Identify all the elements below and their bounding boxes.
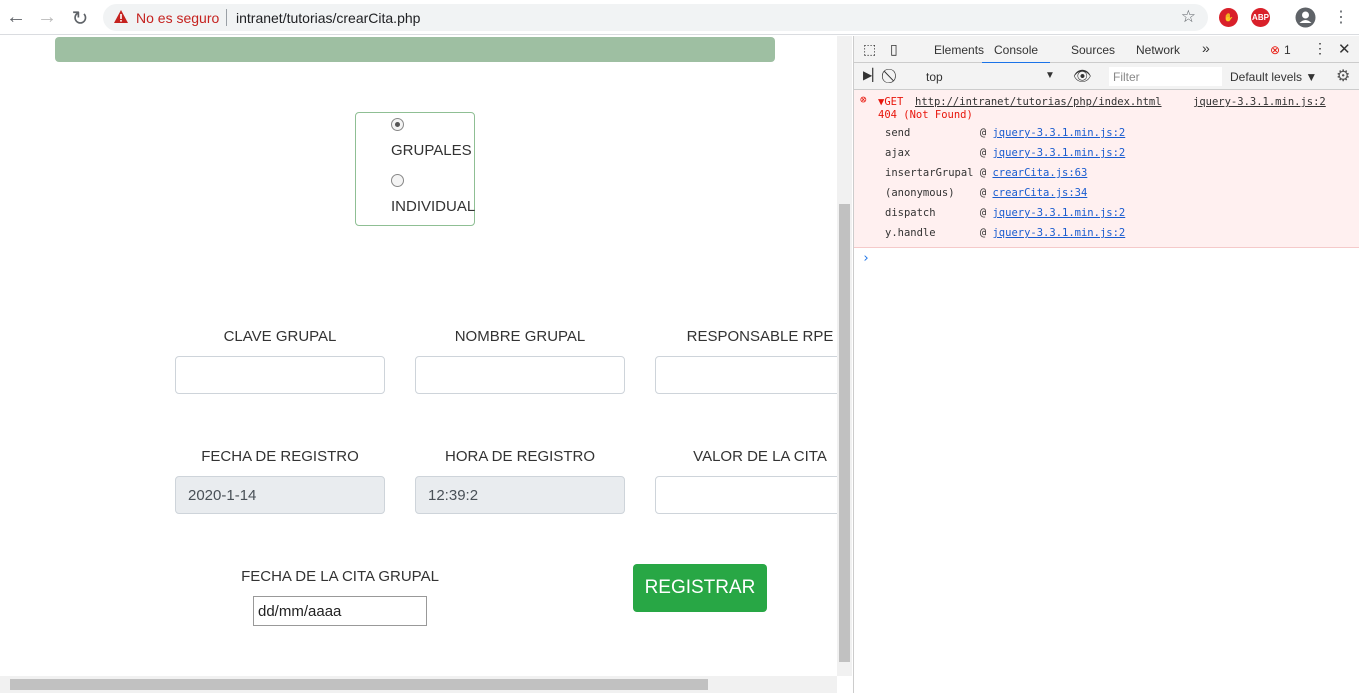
device-toolbar-icon[interactable]: ▯ [890,41,898,58]
field-label: NOMBRE GRUPAL [454,328,586,345]
frame-function: insertarGrupal [885,167,974,179]
error-url[interactable]: http://intranet/tutorias/php/index.html [915,96,1162,108]
back-icon[interactable]: ← [4,6,28,29]
fecha-cita-input[interactable]: dd/mm/aaaa [253,596,427,626]
chevron-down-icon[interactable]: ▼ [1045,70,1055,81]
field-label: RESPONSABLE RPE [686,328,834,345]
frame-link[interactable]: jquery-3.3.1.min.js:2 [992,207,1125,219]
profile-icon[interactable] [1295,7,1316,28]
console-toolbar: ▶▏ ⃠ top ▼ 👁 Filter Default levels ▼ ⚙ [854,63,1359,90]
tab-console[interactable]: Console [982,43,1051,64]
devtools-menu-icon[interactable]: ⋮ [1313,40,1327,57]
field-label: VALOR DE LA CITA [693,448,827,465]
console-prompt[interactable]: › [854,248,1359,269]
tab-sources[interactable]: Sources [1071,43,1115,57]
warning-icon [114,10,128,23]
scroll-thumb[interactable] [10,679,708,690]
frame-function: (anonymous) [885,187,974,199]
stack-frame: insertarGrupal @ crearCita.js:63 [885,167,1088,179]
error-count[interactable]: 1 [1284,43,1291,57]
menu-icon[interactable]: ⋮ [1333,7,1349,27]
adblock-extension-icon[interactable]: ✋ [1219,8,1238,27]
frame-function: ajax [885,147,974,159]
radio-individual[interactable] [391,174,404,187]
filter-input[interactable]: Filter [1109,67,1222,86]
frame-link[interactable]: jquery-3.3.1.min.js:2 [992,147,1125,159]
clave-grupal-input[interactable] [175,356,385,394]
vertical-scrollbar[interactable] [837,36,852,676]
stack-frame: (anonymous) @ crearCita.js:34 [885,187,1088,199]
insecure-label[interactable]: No es seguro [136,10,219,26]
address-bar[interactable]: No es seguro intranet/tutorias/crearCita… [103,4,1208,31]
stack-frame: y.handle @ jquery-3.3.1.min.js:2 [885,227,1126,239]
levels-select[interactable]: Default levels ▼ [1230,70,1317,84]
eye-icon[interactable]: 👁 [1073,67,1092,85]
frame-function: send [885,127,974,139]
radio-label: GRUPALES [391,142,472,159]
responsable-rpe-input[interactable] [655,356,837,394]
scroll-thumb[interactable] [839,204,850,662]
horizontal-scrollbar[interactable] [0,676,837,693]
url-text[interactable]: intranet/tutorias/crearCita.php [236,10,420,26]
frame-link[interactable]: jquery-3.3.1.min.js:2 [992,227,1125,239]
inspect-icon[interactable]: ⬚ [863,41,876,58]
gear-icon[interactable]: ⚙ [1336,66,1350,86]
field-label: FECHA DE REGISTRO [201,448,359,465]
header-bar [55,37,775,62]
reload-icon[interactable]: ↻ [68,6,92,31]
page-content: GRUPALES INDIVIDUAL CLAVE GRUPAL NOMBRE … [0,36,837,676]
error-method[interactable]: ▼GET [878,96,903,108]
console-error-message: ⊗ ▼GET http://intranet/tutorias/php/inde… [854,90,1359,248]
fecha-registro-input[interactable] [175,476,385,514]
date-label: FECHA DE LA CITA GRUPAL [241,568,439,585]
radio-label: INDIVIDUAL [391,198,476,215]
frame-function: y.handle [885,227,974,239]
error-status: 404 (Not Found) [878,109,973,121]
stack-frame: ajax @ jquery-3.3.1.min.js:2 [885,147,1126,159]
stack-frame: send @ jquery-3.3.1.min.js:2 [885,127,1126,139]
browser-toolbar: ← → ↻ No es seguro intranet/tutorias/cre… [0,0,1359,35]
type-radio-group: GRUPALES INDIVIDUAL [355,112,475,226]
context-select[interactable]: top [926,70,943,84]
error-source-link[interactable]: jquery-3.3.1.min.js:2 [1193,96,1326,108]
frame-link[interactable]: crearCita.js:34 [992,187,1087,199]
field-label: CLAVE GRUPAL [223,328,337,345]
devtools-panel: ⬚ ▯ Elements Console Sources Network » ⊗… [853,36,1359,693]
field-label: HORA DE REGISTRO [444,448,596,465]
frame-link[interactable]: jquery-3.3.1.min.js:2 [992,127,1125,139]
nombre-grupal-input[interactable] [415,356,625,394]
tab-network[interactable]: Network [1136,43,1180,57]
divider [226,9,227,26]
hora-registro-input[interactable] [415,476,625,514]
valor-cita-input[interactable] [655,476,837,514]
error-icon: ⊗ [860,93,867,106]
abp-extension-icon[interactable]: ABP [1251,8,1270,27]
close-icon[interactable]: ✕ [1338,40,1351,58]
more-tabs-icon[interactable]: » [1202,40,1210,56]
forward-icon[interactable]: → [35,6,59,29]
stack-frame: dispatch @ jquery-3.3.1.min.js:2 [885,207,1126,219]
registrar-button[interactable]: REGISTRAR [633,564,767,612]
devtools-tabs: ⬚ ▯ Elements Console Sources Network » ⊗… [854,36,1359,64]
tab-elements[interactable]: Elements [934,43,984,57]
radio-grupales[interactable] [391,118,404,131]
error-count-icon[interactable]: ⊗ [1270,43,1280,57]
frame-link[interactable]: crearCita.js:63 [992,167,1087,179]
sidebar-toggle-icon[interactable]: ▶▏ [863,68,881,82]
frame-function: dispatch [885,207,974,219]
bookmark-star-icon[interactable]: ☆ [1181,7,1196,27]
